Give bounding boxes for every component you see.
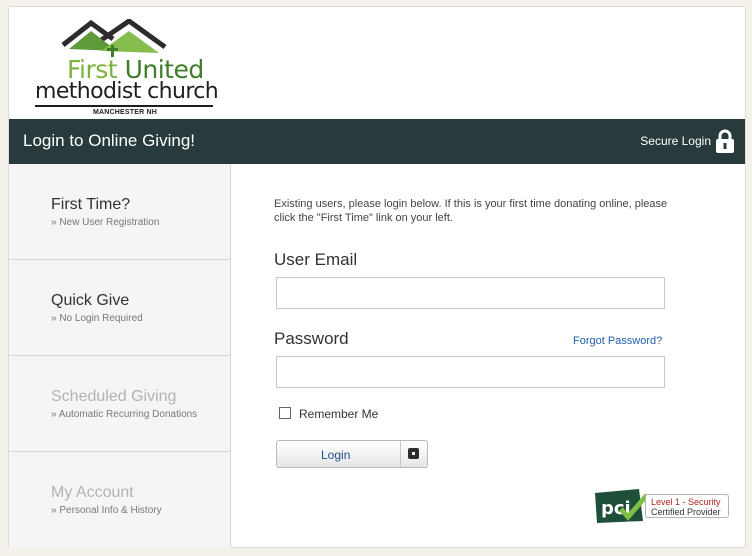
password-label: Password (274, 329, 349, 348)
sidebar-item-subtitle: » Personal Info & History (51, 505, 162, 516)
sidebar-item-scheduled-giving[interactable]: Scheduled Giving » Automatic Recurring D… (9, 356, 230, 452)
logo-text-line2: methodist church (35, 79, 219, 104)
sidebar-item-first-time[interactable]: First Time? » New User Registration (9, 164, 230, 260)
sidebar-item-my-account[interactable]: My Account » Personal Info & History (9, 452, 230, 548)
remember-me-label: Remember Me (299, 407, 379, 421)
pci-certified-text: Certified Provider (651, 507, 721, 517)
forgot-password-link[interactable]: Forgot Password? (573, 335, 662, 347)
remember-me-checkbox[interactable] (279, 407, 291, 419)
mountain-roof-icon (61, 19, 167, 57)
sidebar-item-subtitle: » Automatic Recurring Donations (51, 409, 198, 420)
sidebar: First Time? » New User Registration Quic… (9, 164, 231, 548)
secure-login-label: Secure Login (640, 134, 711, 148)
sidebar-item-title: Quick Give (51, 292, 130, 309)
header-logo-area: First United methodist church MANCHESTER… (9, 7, 747, 119)
user-email-label: User Email (274, 250, 358, 269)
sidebar-item-subtitle: » No Login Required (51, 313, 143, 324)
sidebar-item-subtitle: » New User Registration (51, 217, 160, 228)
login-instructions: Existing users, please login below. If t… (274, 198, 668, 224)
user-email-input[interactable] (276, 277, 665, 309)
login-arrow-icon (400, 441, 427, 467)
pci-level-text: Level 1 - Security (651, 497, 721, 507)
title-bar: Login to Online Giving! Secure Login (9, 119, 745, 164)
remember-me-row[interactable]: Remember Me (279, 407, 378, 421)
logo-location: MANCHESTER NH (93, 109, 158, 116)
login-button[interactable]: Login (276, 440, 428, 468)
church-logo[interactable]: First United methodist church MANCHESTER… (31, 19, 221, 119)
password-input[interactable] (276, 356, 665, 388)
pci-label-box: Level 1 - Security Certified Provider (645, 494, 729, 518)
page-title: Login to Online Giving! (23, 131, 195, 150)
sidebar-item-title: My Account (51, 484, 134, 501)
login-card: First United methodist church MANCHESTER… (8, 6, 746, 548)
sidebar-item-quick-give[interactable]: Quick Give » No Login Required (9, 260, 230, 356)
lock-icon (716, 129, 734, 153)
sidebar-item-title: Scheduled Giving (51, 388, 177, 405)
logo-divider (35, 105, 213, 107)
pci-certification-badge: pci Level 1 - Security Certified Provide… (595, 487, 729, 525)
login-button-label: Login (321, 448, 351, 462)
pci-logo-icon: pci (595, 489, 649, 523)
sidebar-item-title: First Time? (51, 196, 131, 213)
